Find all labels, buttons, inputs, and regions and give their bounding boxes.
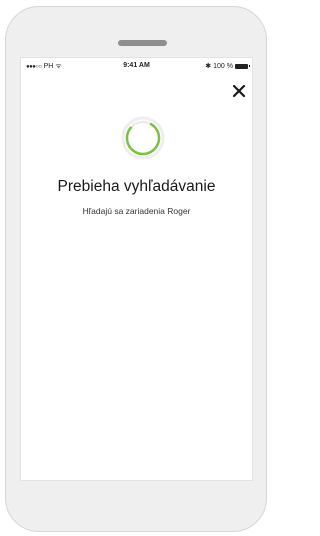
page-subtitle: Hľadajú sa zariadenia Roger bbox=[82, 206, 191, 216]
close-icon bbox=[232, 84, 246, 98]
battery-icon bbox=[235, 63, 250, 69]
close-button[interactable] bbox=[231, 83, 247, 99]
battery-percent: 100 % bbox=[213, 62, 233, 70]
bluetooth-icon: ✱ bbox=[205, 63, 212, 70]
phone-speaker bbox=[118, 40, 167, 46]
loading-spinner-icon bbox=[121, 116, 165, 160]
status-bar: ●●●○○ PH ᯤ 9:41 AM ✱ 100 % bbox=[21, 58, 252, 72]
app-screen: ●●●○○ PH ᯤ 9:41 AM ✱ 100 % Prebieha vyhľ… bbox=[20, 57, 253, 481]
page-title: Prebieha vyhľadávanie bbox=[57, 178, 216, 195]
status-right: ✱ 100 % bbox=[205, 62, 250, 70]
